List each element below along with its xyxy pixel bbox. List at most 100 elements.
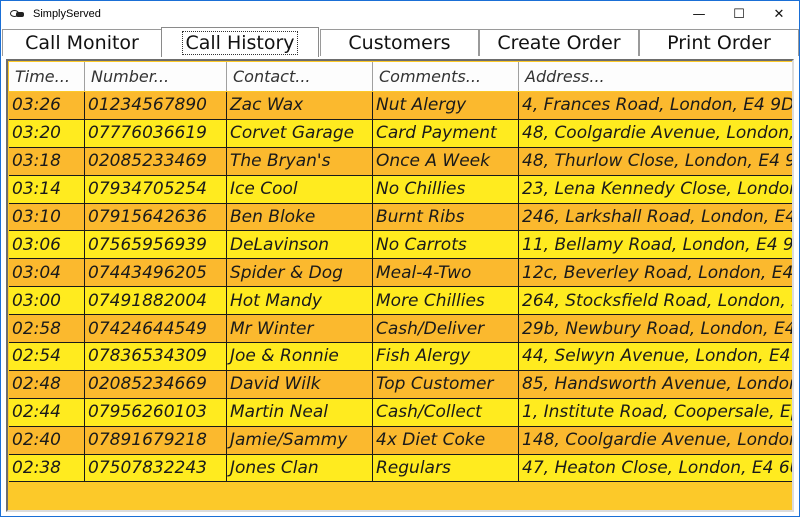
minimize-button[interactable]: — (679, 1, 719, 27)
cell-number[interactable]: 07565956939 (85, 231, 227, 259)
cell-contact[interactable]: Spider & Dog (227, 259, 373, 287)
tab-call-history[interactable]: Call History (161, 27, 319, 57)
cell-contact[interactable]: Hot Mandy (227, 287, 373, 315)
cell-address[interactable]: 264, Stocksfield Road, London, E. (519, 287, 792, 314)
cell-comments[interactable]: Nut Alergy (373, 92, 519, 119)
cell-time[interactable]: 02:54 (9, 343, 85, 370)
table-row[interactable]: 03:20 07776036619 Corvet Garage Card Paymen… (9, 119, 792, 148)
cell-contact[interactable]: Zac Wax (227, 92, 373, 119)
cell-time[interactable]: 03:20 (9, 119, 85, 147)
table-row[interactable]: 03:10 07915642636 Ben Bloke Burnt Ribs 246, … (9, 203, 792, 232)
cell-contact[interactable]: Jamie/Sammy (227, 426, 373, 454)
table-row[interactable]: 02:54 07836534309 Joe & Ronnie Fish Alergy 4… (9, 343, 792, 371)
table-row[interactable]: 03:04 07443496205 Spider & Dog Meal-4-Two 12… (9, 259, 792, 288)
cell-comments[interactable]: No Carrots (373, 231, 519, 259)
cell-comments[interactable]: Card Payment (373, 119, 519, 147)
cell-time[interactable]: 02:58 (9, 315, 85, 343)
table-row[interactable]: 03:00 07491882004 Hot Mandy More Chillies 26… (9, 287, 792, 316)
cell-comments[interactable]: Burnt Ribs (373, 203, 519, 231)
cell-number[interactable]: 01234567890 (85, 92, 227, 119)
cell-contact[interactable]: Jones Clan (227, 454, 373, 482)
cell-comments[interactable]: Meal-4-Two (373, 259, 519, 287)
table-row[interactable]: 03:18 02085233469 The Bryan's Once A Week 48… (9, 147, 792, 176)
cell-comments[interactable]: Once A Week (373, 147, 519, 175)
column-header-comments[interactable]: Comments... (373, 62, 519, 91)
cell-number[interactable]: 07934705254 (85, 175, 227, 203)
cell-contact[interactable]: Ice Cool (227, 175, 373, 203)
call-history-grid[interactable]: Time... Number... Contact... Comments...… (6, 59, 794, 512)
cell-number[interactable]: 07443496205 (85, 259, 227, 287)
column-header-address[interactable]: Address... (519, 62, 792, 91)
cell-time[interactable]: 02:48 (9, 370, 85, 398)
cell-address[interactable]: 148, Coolgardie Avenue, London, E (519, 427, 792, 454)
cell-address[interactable]: 44, Selwyn Avenue, London, E4 9 (519, 343, 792, 370)
cell-number[interactable]: 07776036619 (85, 119, 227, 147)
cell-comments[interactable]: Regulars (373, 454, 519, 482)
cell-time[interactable]: 03:04 (9, 259, 85, 287)
cell-contact[interactable]: Joe & Ronnie (227, 343, 373, 370)
cell-time[interactable]: 03:10 (9, 203, 85, 231)
cell-number[interactable]: 07891679218 (85, 426, 227, 454)
cell-comments[interactable]: Cash/Deliver (373, 315, 519, 343)
cell-contact[interactable]: Corvet Garage (227, 119, 373, 147)
cell-number[interactable]: 07424644549 (85, 315, 227, 343)
table-row[interactable]: 02:44 07956260103 Martin Neal Cash/Collect 1… (9, 398, 792, 427)
cell-time[interactable]: 03:26 (9, 92, 85, 119)
cell-address[interactable]: 246, Larkshall Road, London, E4 6 (519, 204, 792, 231)
table-row[interactable]: 03:06 07565956939 DeLavinson No Carrots 11, … (9, 231, 792, 260)
window-controls: — ☐ ✕ (679, 1, 799, 27)
cell-address[interactable]: 29b, Newbury Road, London, E4 9 (519, 315, 792, 342)
cell-comments[interactable]: 4x Diet Coke (373, 426, 519, 454)
cell-address[interactable]: 1, Institute Road, Coopersale, Epp (519, 399, 792, 426)
cell-contact[interactable]: The Bryan's (227, 147, 373, 175)
table-row[interactable]: 02:58 07424644549 Mr Winter Cash/Deliver 29b… (9, 315, 792, 344)
cell-number[interactable]: 07507832243 (85, 454, 227, 482)
maximize-button[interactable]: ☐ (719, 1, 759, 27)
cell-number[interactable]: 02085233469 (85, 147, 227, 175)
table-row[interactable]: 02:38 07507832243 Jones Clan Regulars 47, He… (9, 454, 792, 483)
cell-time[interactable]: 02:38 (9, 454, 85, 482)
table-row[interactable]: 02:40 07891679218 Jamie/Sammy 4x Diet Coke 1… (9, 426, 792, 455)
cell-contact[interactable]: David Wilk (227, 370, 373, 398)
cell-comments[interactable]: Fish Alergy (373, 343, 519, 370)
cell-contact[interactable]: Mr Winter (227, 315, 373, 343)
cell-contact[interactable]: Martin Neal (227, 398, 373, 426)
cell-number[interactable]: 07915642636 (85, 203, 227, 231)
cell-number[interactable]: 07491882004 (85, 287, 227, 315)
table-row[interactable]: 02:48 02085234669 David Wilk Top Customer 85… (9, 370, 792, 399)
cell-address[interactable]: 48, Thurlow Close, London, E4 9X (519, 148, 792, 175)
tab-print-order[interactable]: Print Order (639, 29, 799, 56)
column-header-time[interactable]: Time... (9, 62, 85, 91)
cell-number[interactable]: 02085234669 (85, 370, 227, 398)
cell-address[interactable]: 23, Lena Kennedy Close, London, E (519, 176, 792, 203)
cell-time[interactable]: 03:00 (9, 287, 85, 315)
cell-contact[interactable]: DeLavinson (227, 231, 373, 259)
column-header-number[interactable]: Number... (85, 62, 227, 91)
tab-customers[interactable]: Customers (320, 29, 479, 56)
cell-time[interactable]: 02:40 (9, 426, 85, 454)
cell-comments[interactable]: Cash/Collect (373, 398, 519, 426)
cell-number[interactable]: 07836534309 (85, 343, 227, 370)
table-row[interactable]: 03:26 01234567890 Zac Wax Nut Alergy 4, Fran… (9, 92, 792, 120)
cell-time[interactable]: 03:18 (9, 147, 85, 175)
cell-comments[interactable]: No Chillies (373, 175, 519, 203)
title-bar[interactable]: SimplyServed — ☐ ✕ (1, 1, 799, 27)
table-row[interactable]: 03:14 07934705254 Ice Cool No Chillies 23, L… (9, 175, 792, 204)
close-button[interactable]: ✕ (759, 1, 799, 27)
tab-create-order[interactable]: Create Order (479, 29, 639, 56)
cell-time[interactable]: 03:14 (9, 175, 85, 203)
cell-comments[interactable]: More Chillies (373, 287, 519, 315)
cell-number[interactable]: 07956260103 (85, 398, 227, 426)
cell-address[interactable]: 4, Frances Road, London, E4 9DH (519, 92, 792, 119)
cell-comments[interactable]: Top Customer (373, 370, 519, 398)
cell-address[interactable]: 12c, Beverley Road, London, E4 9 (519, 259, 792, 286)
cell-contact[interactable]: Ben Bloke (227, 203, 373, 231)
tab-call-monitor[interactable]: Call Monitor (2, 29, 162, 56)
cell-address[interactable]: 11, Bellamy Road, London, E4 9N (519, 231, 792, 258)
column-header-contact[interactable]: Contact... (227, 62, 373, 91)
cell-time[interactable]: 03:06 (9, 231, 85, 259)
cell-address[interactable]: 47, Heaton Close, London, E4 6U (519, 455, 792, 482)
cell-address[interactable]: 85, Handsworth Avenue, London, E (519, 371, 792, 398)
cell-address[interactable]: 48, Coolgardie Avenue, London, E4 (519, 120, 792, 147)
cell-time[interactable]: 02:44 (9, 398, 85, 426)
